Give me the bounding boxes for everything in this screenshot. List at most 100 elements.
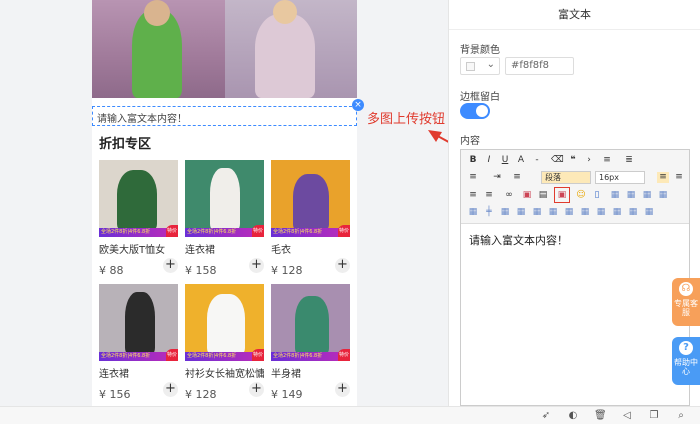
panel-title: 富文本 xyxy=(449,0,700,30)
help-icon: ? xyxy=(679,341,693,355)
multi-image-upload-icon[interactable]: ▣ xyxy=(554,187,570,203)
search-icon[interactable]: ⌕ xyxy=(675,410,687,422)
table-cell-icon[interactable]: ▦ xyxy=(531,207,543,218)
font-size-select[interactable]: 16px xyxy=(595,171,645,184)
underline-icon[interactable]: U xyxy=(499,155,511,166)
image-icon[interactable]: ▣ xyxy=(521,190,533,201)
goods-name: 连衣裙 xyxy=(99,369,129,380)
table-height-icon[interactable]: ▦ xyxy=(611,207,623,218)
table-merge-icon[interactable]: ▦ xyxy=(467,207,479,218)
align-center-icon[interactable]: ≡ xyxy=(673,172,685,183)
border-label: 边框留白 xyxy=(460,92,500,103)
page-break-icon[interactable]: ▯ xyxy=(591,190,603,201)
italic-icon[interactable]: I xyxy=(483,155,495,166)
table-row-icon[interactable]: ▦ xyxy=(499,207,511,218)
unordered-list-icon[interactable]: ≣ xyxy=(623,155,635,166)
sale-badge: 特价 xyxy=(166,225,178,237)
theme-icon[interactable]: ◐ xyxy=(567,410,579,422)
align-icon[interactable]: ≡ xyxy=(467,172,479,183)
sale-badge: 特价 xyxy=(338,349,350,361)
editor-toolbar: B I U A - ⌫ ❝ › ≡ ≣ ≡ ⇥ ≡ 段落 16px ≡ ≡ ≡ … xyxy=(461,150,689,224)
line-height-icon[interactable]: ≡ xyxy=(511,172,523,183)
banner-photo-right xyxy=(225,0,357,98)
add-to-cart-button[interactable]: + xyxy=(163,382,178,397)
banner-photo-left xyxy=(92,0,225,98)
table-split-icon[interactable]: ╪ xyxy=(483,207,495,218)
editor-content[interactable]: 请输入富文本内容！ xyxy=(469,232,568,248)
add-to-cart-button[interactable]: + xyxy=(249,258,264,273)
quote-icon[interactable]: ❝ xyxy=(567,155,579,166)
customer-service-button[interactable]: ☊ 专属客服 xyxy=(672,278,700,326)
goods-card[interactable]: 全场2件8折|4件6.8折 特价 连衣裙 ¥ 156 + xyxy=(99,284,178,401)
table-sort-icon[interactable]: ▦ xyxy=(643,207,655,218)
table-insert-row-icon[interactable]: ▦ xyxy=(625,190,637,201)
sale-badge: 特价 xyxy=(252,225,264,237)
bold-icon[interactable]: B xyxy=(467,155,479,166)
copy-icon[interactable]: ❐ xyxy=(648,410,660,422)
table-style-icon[interactable]: ▦ xyxy=(627,207,639,218)
table-border-icon[interactable]: ▦ xyxy=(547,207,559,218)
align-left-icon[interactable]: ≡ xyxy=(657,172,669,183)
font-color-icon[interactable]: A xyxy=(515,155,527,166)
table-align-icon[interactable]: ▦ xyxy=(579,207,591,218)
goods-name: 半身裙 xyxy=(271,369,301,380)
table-delete-icon[interactable]: ▦ xyxy=(657,190,669,201)
align-right-icon[interactable]: ≡ xyxy=(467,190,479,201)
banner-image[interactable] xyxy=(92,0,357,98)
goods-image: 全场2件8折|4件6.8折 特价 xyxy=(271,284,350,361)
close-icon[interactable]: × xyxy=(352,99,364,111)
link-icon[interactable]: ∞ xyxy=(503,190,515,201)
goods-card[interactable]: 全场2件8折|4件6.8折 特价 毛衣 ¥ 128 + xyxy=(271,160,350,277)
border-toggle[interactable] xyxy=(460,103,490,119)
bg-color-label: 背景颜色 xyxy=(460,45,500,56)
rocket-icon[interactable]: ➶ xyxy=(540,410,552,422)
text-direction-icon[interactable]: ⇥ xyxy=(491,172,503,183)
color-swatch xyxy=(466,62,475,71)
add-to-cart-button[interactable]: + xyxy=(249,382,264,397)
sound-icon[interactable]: ◁ xyxy=(621,410,633,422)
add-to-cart-button[interactable]: + xyxy=(335,382,350,397)
goods-image: 全场2件8折|4件6.8折 特价 xyxy=(271,160,350,237)
goods-image: 全场2件8折|4件6.8折 特价 xyxy=(99,284,178,361)
goods-card[interactable]: 全场2件8折|4件6.8折 特价 欧美大版T恤女 ¥ 88 + xyxy=(99,160,178,277)
sale-badge: 特价 xyxy=(252,349,264,361)
section-title: 折扣专区 xyxy=(99,137,152,152)
settings-panel: 富文本 背景颜色 ⌄ #f8f8f8 边框留白 内容 B I U A - ⌫ ❝… xyxy=(448,0,700,406)
rich-text-placeholder: 请输入富文本内容！ xyxy=(97,114,187,125)
goods-name: 连衣裙 xyxy=(185,245,215,256)
color-hex-input[interactable]: #f8f8f8 xyxy=(505,57,574,75)
justify-icon[interactable]: ≡ xyxy=(483,190,495,201)
table-col-icon[interactable]: ▦ xyxy=(515,207,527,218)
rich-text-block[interactable]: 请输入富文本内容！ xyxy=(92,106,357,126)
dash-icon[interactable]: - xyxy=(531,155,543,166)
add-to-cart-button[interactable]: + xyxy=(163,258,178,273)
goods-image: 全场2件8折|4件6.8折 特价 xyxy=(185,160,264,237)
paragraph-select[interactable]: 段落 xyxy=(541,171,591,184)
table-props-icon[interactable]: ▦ xyxy=(563,207,575,218)
sale-badge: 特价 xyxy=(166,349,178,361)
headset-icon: ☊ xyxy=(679,282,693,296)
goods-image: 全场2件8折|4件6.8折 特价 xyxy=(185,284,264,361)
table-icon[interactable]: ▦ xyxy=(609,190,621,201)
goods-card[interactable]: 全场2件8折|4件6.8折 特价 半身裙 ¥ 149 + xyxy=(271,284,350,401)
table-insert-col-icon[interactable]: ▦ xyxy=(641,190,653,201)
rich-text-editor[interactable]: B I U A - ⌫ ❝ › ≡ ≣ ≡ ⇥ ≡ 段落 16px ≡ ≡ ≡ … xyxy=(460,149,690,406)
goods-image: 全场2件8折|4件6.8折 特价 xyxy=(99,160,178,237)
video-icon[interactable]: ▤ xyxy=(537,190,549,201)
goods-card[interactable]: 全场2件8折|4件6.8折 特价 连衣裙 ¥ 158 + xyxy=(185,160,264,277)
eraser-icon[interactable]: ⌫ xyxy=(551,155,564,166)
trash-icon[interactable]: 🗑 xyxy=(594,410,607,422)
goods-card[interactable]: 全场2件8折|4件6.8折 特价 衬衫女长袖宽松慵懒 ¥ 128 + xyxy=(185,284,264,401)
goods-name: 毛衣 xyxy=(271,245,291,256)
ordered-list-icon[interactable]: ≡ xyxy=(601,155,613,166)
help-center-button[interactable]: ? 帮助中心 xyxy=(672,337,700,385)
sale-badge: 特价 xyxy=(338,225,350,237)
help-center-label: 帮助中心 xyxy=(674,358,698,376)
emoji-icon[interactable]: ☺ xyxy=(575,190,587,201)
add-to-cart-button[interactable]: + xyxy=(335,258,350,273)
table-width-icon[interactable]: ▦ xyxy=(595,207,607,218)
color-picker[interactable]: ⌄ xyxy=(460,57,500,75)
code-icon[interactable]: › xyxy=(583,155,595,166)
customer-service-label: 专属客服 xyxy=(674,299,698,317)
toggle-knob xyxy=(476,105,488,117)
